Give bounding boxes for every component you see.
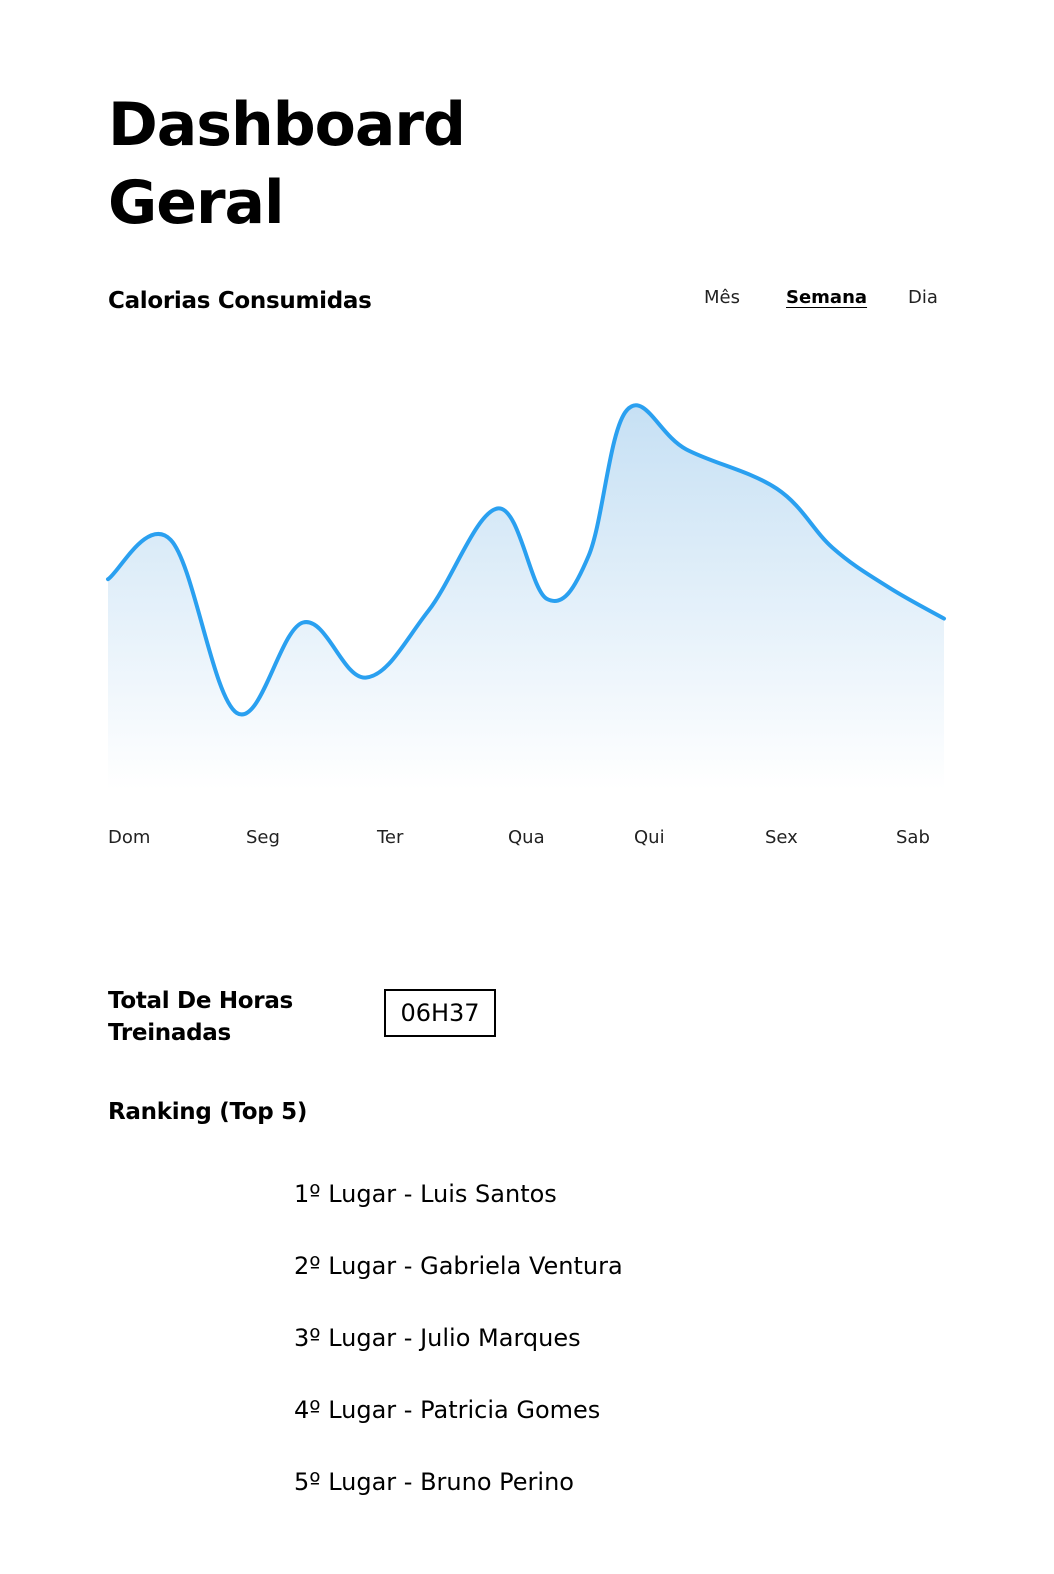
hours-heading: Total De Horas Treinadas: [108, 988, 293, 1046]
x-tick-label: Sab: [896, 827, 930, 848]
ranking-item: 4º Lugar - Patricia Gomes: [294, 1396, 601, 1424]
x-tick-label: Qua: [508, 827, 545, 848]
x-tick-label: Dom: [108, 827, 150, 848]
ranking-item: 1º Lugar - Luis Santos: [294, 1180, 557, 1208]
hours-value: 06H37: [384, 989, 496, 1037]
x-tick-label: Ter: [376, 827, 404, 848]
calories-chart: Dom Seg Ter Qua Qui Sex Sab: [106, 403, 946, 848]
chart-area-fill: [108, 405, 944, 790]
ranking-item: 3º Lugar - Julio Marques: [294, 1324, 581, 1352]
ranking-item: 5º Lugar - Bruno Perino: [294, 1468, 574, 1496]
ranking-heading: Ranking (Top 5): [108, 1099, 308, 1125]
x-tick-label: Qui: [634, 827, 665, 848]
chart-x-axis: Dom Seg Ter Qua Qui Sex Sab: [108, 827, 930, 848]
ranking-item: 2º Lugar - Gabriela Ventura: [294, 1252, 623, 1280]
x-tick-label: Seg: [246, 827, 280, 848]
ranking-list: 1º Lugar - Luis Santos 2º Lugar - Gabrie…: [294, 1174, 623, 1534]
x-tick-label: Sex: [765, 827, 798, 848]
